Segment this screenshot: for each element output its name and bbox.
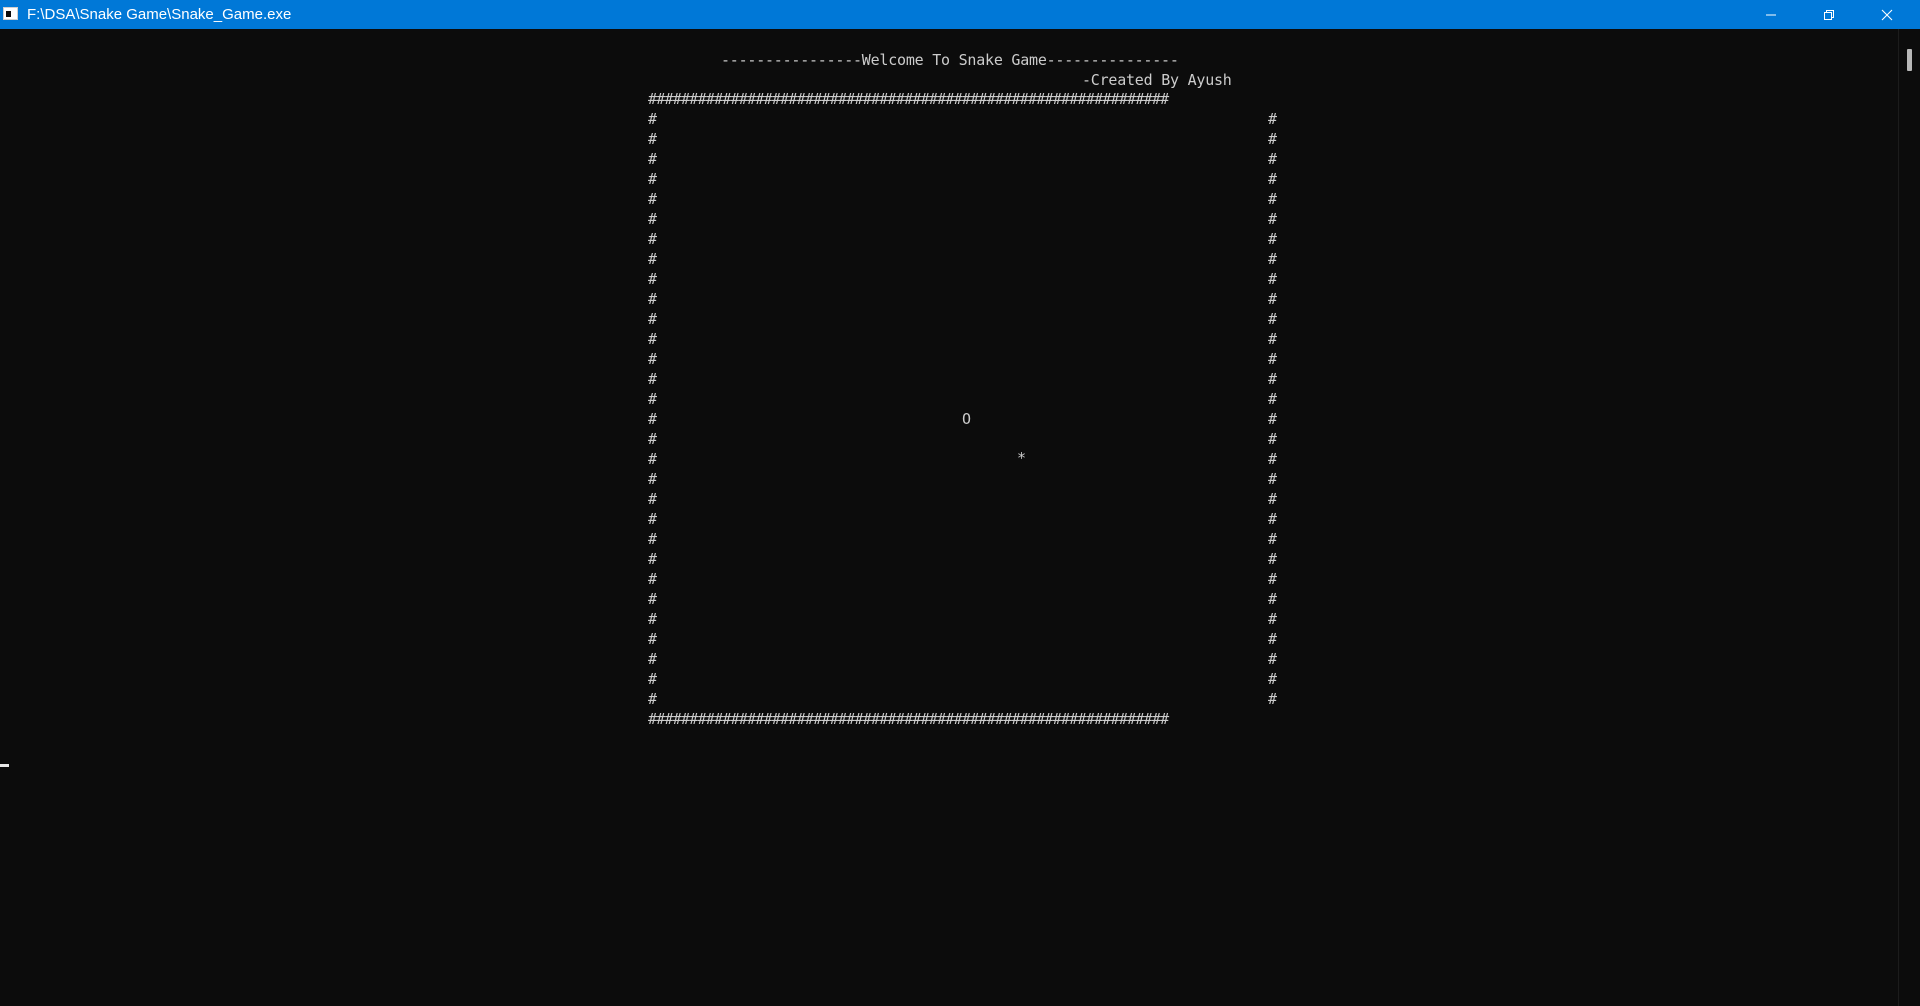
close-icon — [1881, 9, 1893, 20]
scrollbar-thumb[interactable] — [1907, 49, 1912, 71]
restore-button[interactable] — [1800, 0, 1858, 29]
minimize-button[interactable] — [1742, 0, 1800, 29]
close-button[interactable] — [1858, 0, 1916, 29]
board-left-wall: # # # # # # # # # # # # # # # # # # # # … — [648, 110, 658, 708]
console-app-icon[interactable] — [3, 7, 18, 20]
fruit: * — [1017, 449, 1027, 467]
board-right-wall: # # # # # # # # # # # # # # # # # # # # … — [1268, 110, 1278, 708]
console-window: F:\DSA\Snake Game\Snake_Game.exe -------… — [0, 0, 1920, 1006]
window-title: F:\DSA\Snake Game\Snake_Game.exe — [27, 6, 292, 23]
text-cursor — [0, 764, 9, 767]
welcome-banner: ----------------Welcome To Snake Game---… — [721, 51, 1179, 69]
board-top-wall: ########################################… — [648, 90, 1169, 108]
title-bar[interactable]: F:\DSA\Snake Game\Snake_Game.exe — [0, 0, 1920, 29]
credit-line: -Created By Ayush — [1082, 71, 1232, 89]
board-bottom-wall: ########################################… — [648, 710, 1169, 728]
snake-head: O — [962, 410, 972, 428]
restore-icon — [1824, 9, 1834, 20]
vertical-scrollbar[interactable] — [1898, 29, 1920, 1006]
minimize-icon — [1766, 14, 1776, 15]
